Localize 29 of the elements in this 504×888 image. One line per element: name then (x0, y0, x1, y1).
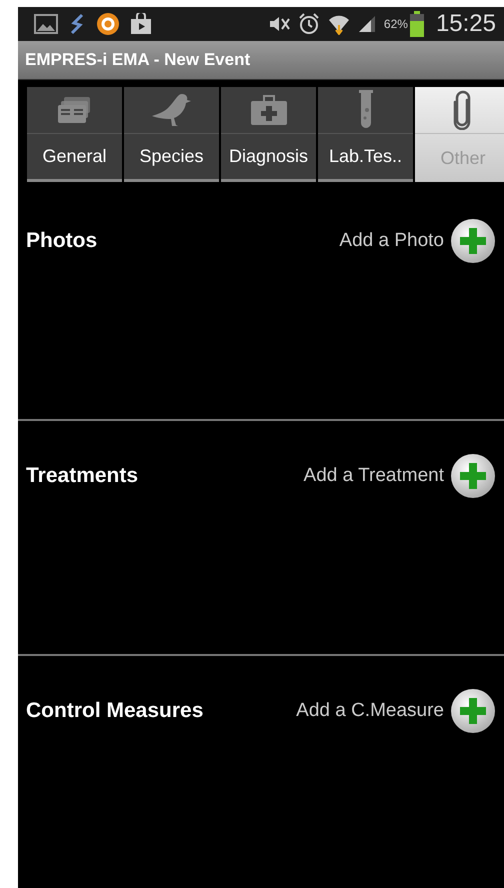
shopping-bag-icon (130, 13, 152, 35)
section-title: Treatments (26, 463, 138, 490)
medical-kit-icon (250, 95, 286, 125)
tab[interactable]: Diagnosis (221, 87, 316, 182)
plus-icon (450, 688, 496, 734)
paperclip-icon (453, 90, 473, 130)
mute-icon (268, 15, 290, 33)
clock-time: 15:25 (436, 9, 496, 39)
ring-logo-icon (96, 12, 120, 36)
tab[interactable]: General (27, 87, 122, 182)
window-title: EMPRES-i EMA - New Event (25, 49, 250, 72)
signal-icon (358, 15, 376, 33)
image-icon (34, 14, 58, 34)
tab[interactable]: Species (124, 87, 219, 182)
battery-percent: 62% (384, 16, 408, 33)
section-title: Control Measures (26, 698, 204, 724)
plus-icon (450, 453, 496, 499)
alarm-clock-icon (298, 13, 320, 35)
add-button[interactable]: Add a Treatment (304, 453, 496, 499)
test-tube-icon (358, 90, 374, 130)
tab[interactable]: Lab.Tes.. (318, 87, 413, 182)
add-button[interactable]: Add a C.Measure (296, 688, 496, 734)
section-title: Photos (26, 228, 98, 254)
cards-icon (58, 97, 92, 123)
bird-icon (152, 92, 192, 128)
wifi-icon (328, 13, 350, 35)
plus-icon (450, 218, 496, 264)
battery-icon (410, 11, 424, 37)
add-button[interactable]: Add a Photo (339, 218, 496, 264)
